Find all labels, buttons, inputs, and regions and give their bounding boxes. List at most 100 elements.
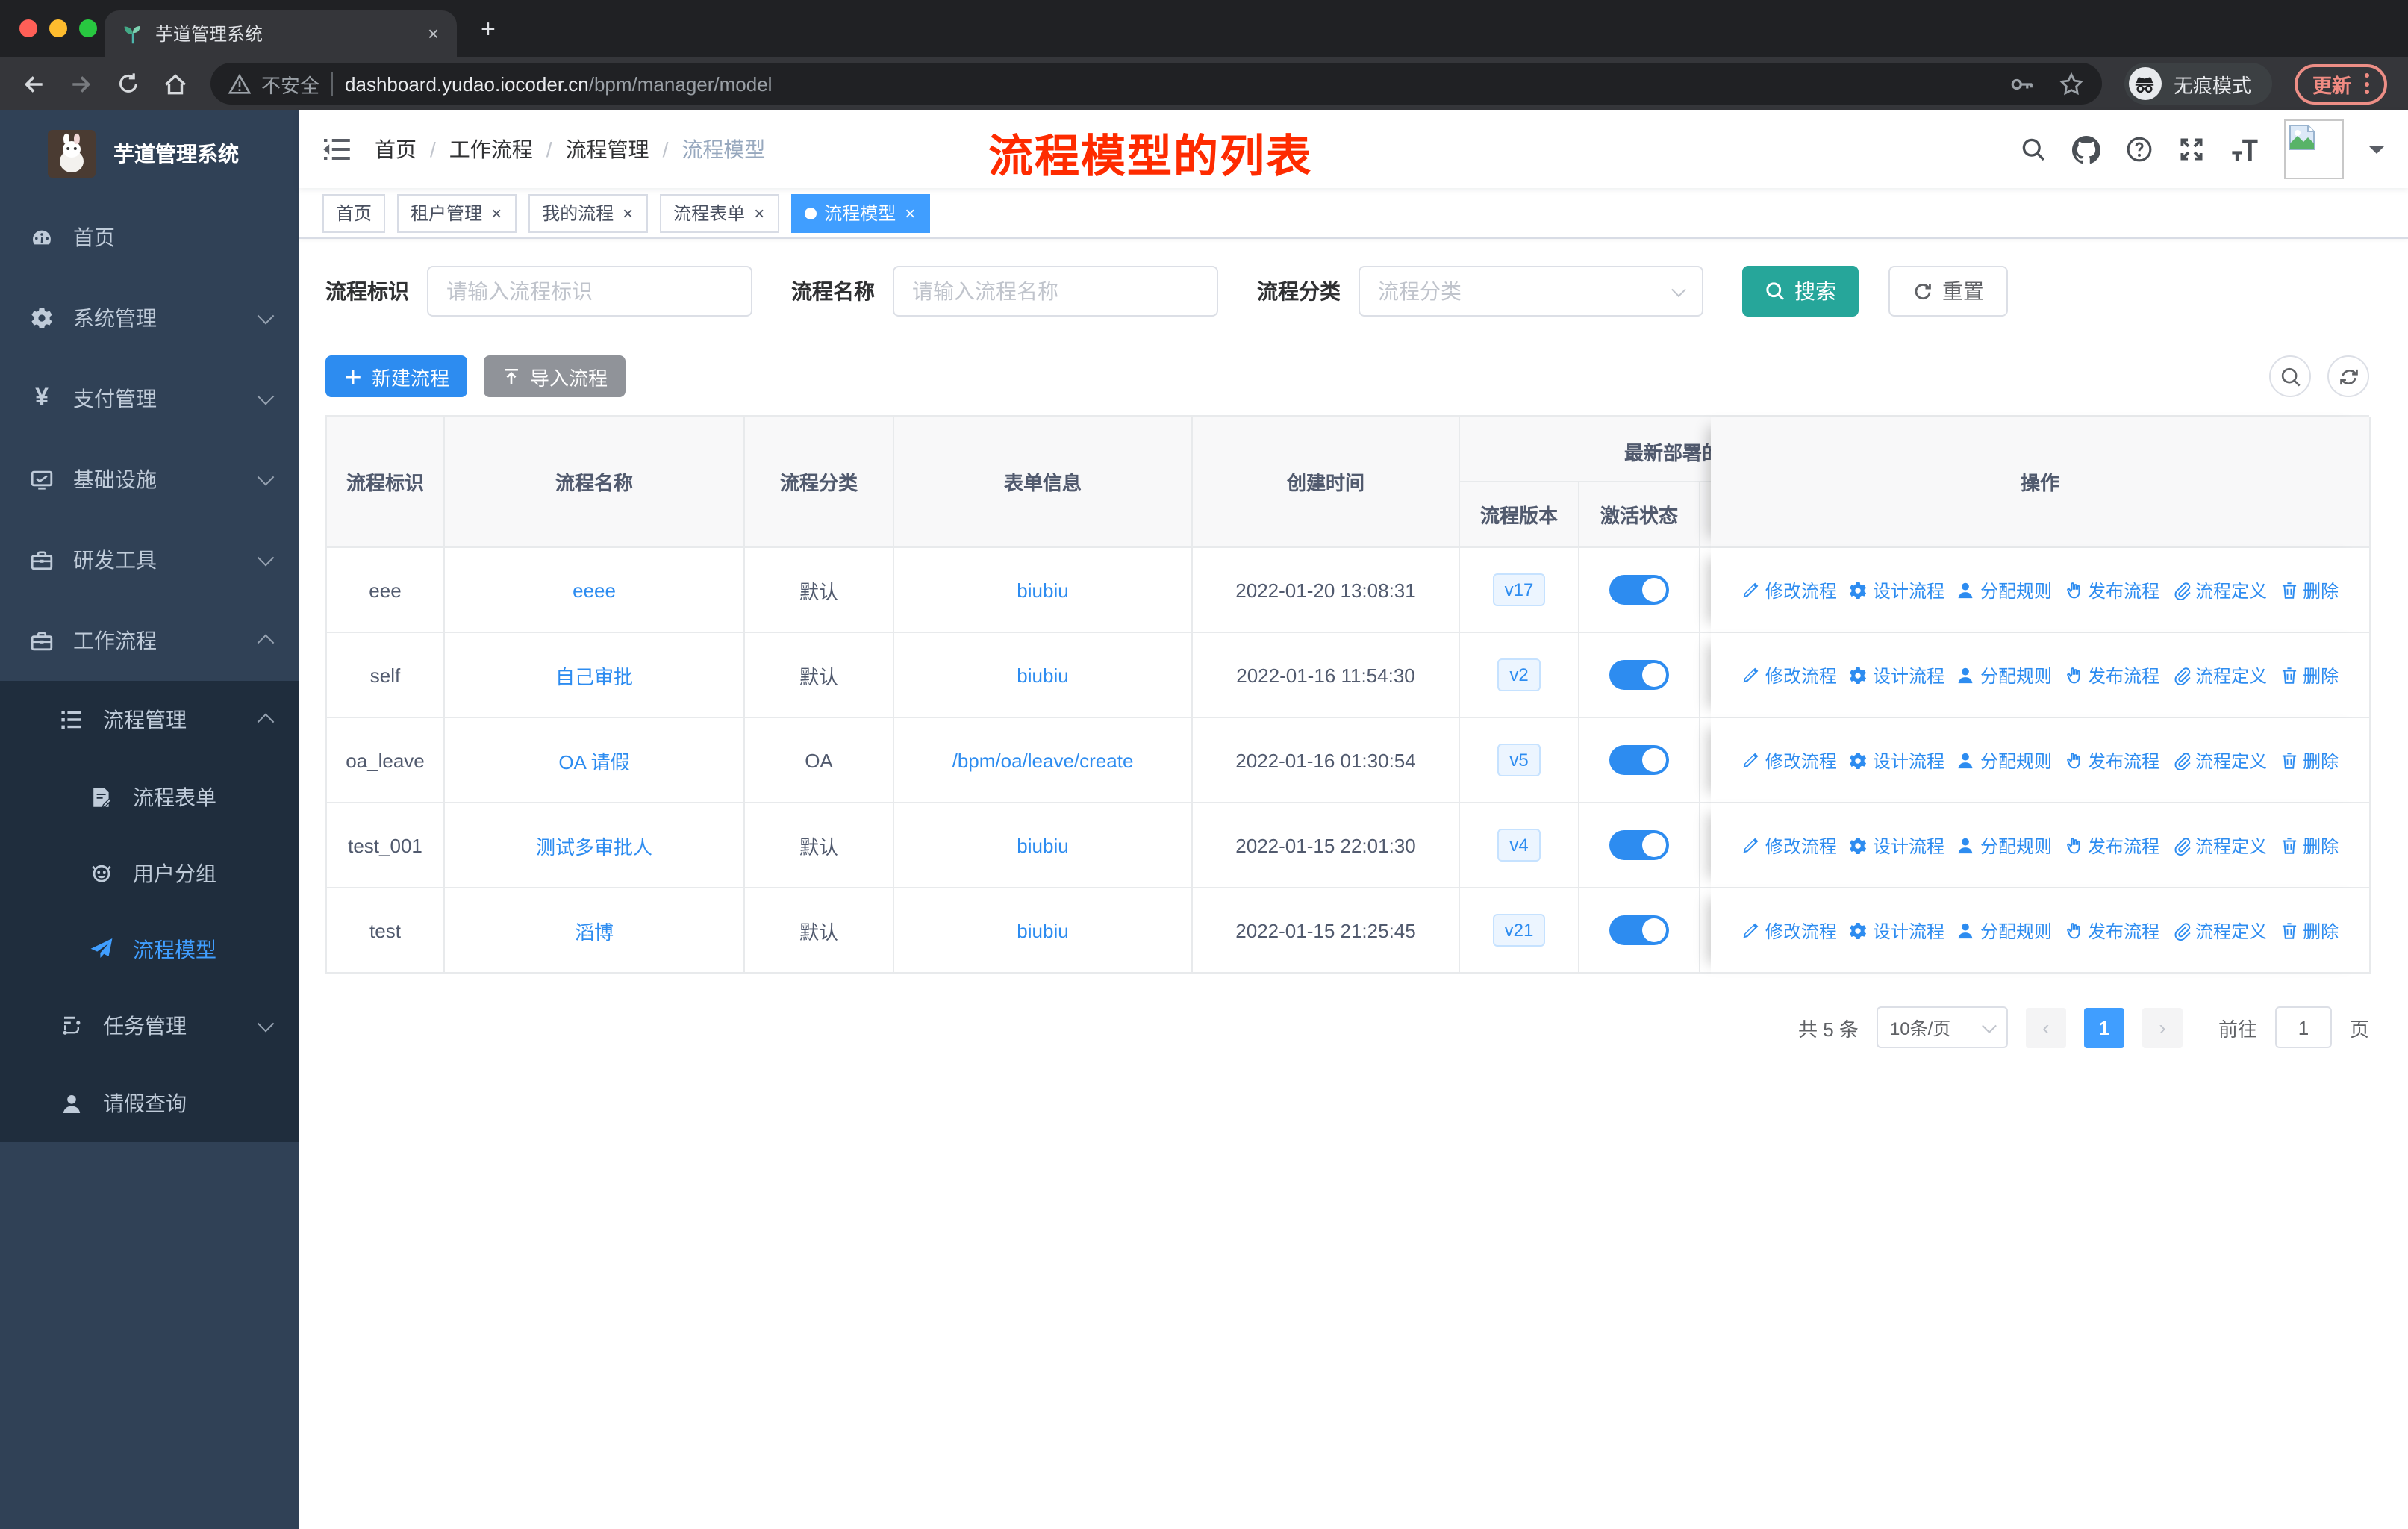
action-发布流程[interactable]: 发布流程 <box>2064 662 2159 688</box>
action-发布流程[interactable]: 发布流程 <box>2064 832 2159 858</box>
action-删除[interactable]: 删除 <box>2279 918 2339 943</box>
tag-close-icon[interactable]: × <box>490 204 503 222</box>
help-icon[interactable] <box>2126 136 2153 163</box>
active-status-toggle[interactable] <box>1609 575 1669 605</box>
tag-我的流程[interactable]: 我的流程 × <box>528 193 649 232</box>
action-修改流程[interactable]: 修改流程 <box>1741 662 1837 688</box>
tag-流程模型[interactable]: 流程模型 × <box>791 193 931 232</box>
sidebar-logo[interactable]: 芋道管理系统 <box>0 116 299 191</box>
process-name-link[interactable]: eeee <box>573 579 616 601</box>
action-设计流程[interactable]: 设计流程 <box>1849 918 1944 943</box>
filter-key-input[interactable] <box>427 266 752 317</box>
page-number-1[interactable]: 1 <box>2083 1007 2124 1047</box>
action-设计流程[interactable]: 设计流程 <box>1849 747 1944 773</box>
active-status-toggle[interactable] <box>1609 745 1669 775</box>
key-icon[interactable] <box>2009 71 2035 96</box>
form-info-link[interactable]: biubiu <box>1017 664 1068 686</box>
active-status-toggle[interactable] <box>1609 660 1669 690</box>
sidebar-item-process-model[interactable]: 流程模型 <box>0 911 299 987</box>
action-发布流程[interactable]: 发布流程 <box>2064 747 2159 773</box>
tag-流程表单[interactable]: 流程表单 × <box>660 193 780 232</box>
process-name-link[interactable]: 测试多审批人 <box>536 831 652 859</box>
action-设计流程[interactable]: 设计流程 <box>1849 832 1944 858</box>
form-info-link[interactable]: biubiu <box>1017 579 1068 601</box>
sidebar-item-process-mgmt[interactable]: 流程管理 <box>0 681 299 759</box>
sidebar-item-user-group[interactable]: 用户分组 <box>0 835 299 911</box>
process-name-link[interactable]: 自己审批 <box>555 661 633 689</box>
sidebar-item-devtools[interactable]: 研发工具 <box>0 520 299 600</box>
action-分配规则[interactable]: 分配规则 <box>1956 832 2052 858</box>
sidebar-item-payment[interactable]: ¥ 支付管理 <box>0 358 299 439</box>
action-分配规则[interactable]: 分配规则 <box>1956 662 2052 688</box>
action-删除[interactable]: 删除 <box>2279 747 2339 773</box>
home-icon[interactable] <box>163 71 188 96</box>
breadcrumb-item[interactable]: 工作流程 <box>449 134 533 164</box>
version-badge[interactable]: v21 <box>1492 914 1546 947</box>
tag-租户管理[interactable]: 租户管理 × <box>397 193 517 232</box>
avatar-caret-down-icon[interactable] <box>2369 146 2384 161</box>
action-修改流程[interactable]: 修改流程 <box>1741 747 1837 773</box>
github-icon[interactable] <box>2072 135 2100 164</box>
minimize-window-button[interactable] <box>49 19 67 37</box>
filter-name-input[interactable] <box>893 266 1218 317</box>
action-分配规则[interactable]: 分配规则 <box>1956 747 2052 773</box>
action-设计流程[interactable]: 设计流程 <box>1849 662 1944 688</box>
sidebar-item-leave-query[interactable]: 请假查询 <box>0 1065 299 1142</box>
sidebar-item-task-mgmt[interactable]: 任务管理 <box>0 987 299 1065</box>
sidebar-item-system[interactable]: 系统管理 <box>0 278 299 358</box>
tag-首页[interactable]: 首页 <box>322 193 386 232</box>
address-bar[interactable]: 不安全 dashboard.yudao.iocoder.cn/bpm/manag… <box>210 63 2102 105</box>
zoom-window-button[interactable] <box>79 19 97 37</box>
fullscreen-icon[interactable] <box>2178 136 2205 163</box>
close-window-button[interactable] <box>19 19 37 37</box>
action-修改流程[interactable]: 修改流程 <box>1741 918 1837 943</box>
sidebar-collapse-hamburger-icon[interactable] <box>322 137 351 161</box>
action-修改流程[interactable]: 修改流程 <box>1741 832 1837 858</box>
sidebar-item-infra[interactable]: 基础设施 <box>0 439 299 520</box>
reload-icon[interactable] <box>116 72 140 96</box>
breadcrumb-item[interactable]: 首页 <box>375 134 417 164</box>
action-修改流程[interactable]: 修改流程 <box>1741 577 1837 602</box>
browser-menu-icon[interactable] <box>2365 73 2369 94</box>
next-page-button[interactable]: › <box>2142 1007 2183 1047</box>
process-name-link[interactable]: 滔博 <box>575 916 614 944</box>
browser-tab[interactable]: 芋道管理系统 × <box>105 10 457 57</box>
action-分配规则[interactable]: 分配规则 <box>1956 918 2052 943</box>
search-icon[interactable] <box>2020 136 2047 163</box>
page-size-select[interactable]: 10条/页 <box>1876 1006 2008 1048</box>
action-删除[interactable]: 删除 <box>2279 577 2339 602</box>
search-button[interactable]: 搜索 <box>1742 266 1859 317</box>
prev-page-button[interactable]: ‹ <box>2025 1007 2066 1047</box>
import-process-button[interactable]: 导入流程 <box>484 355 626 397</box>
new-tab-button[interactable]: + <box>481 15 496 45</box>
action-发布流程[interactable]: 发布流程 <box>2064 577 2159 602</box>
user-avatar[interactable] <box>2284 119 2344 179</box>
version-badge[interactable]: v17 <box>1492 573 1546 606</box>
tab-close-icon[interactable]: × <box>428 22 439 45</box>
action-设计流程[interactable]: 设计流程 <box>1849 577 1944 602</box>
create-process-button[interactable]: 新建流程 <box>325 355 468 397</box>
form-info-link[interactable]: biubiu <box>1017 834 1068 856</box>
action-删除[interactable]: 删除 <box>2279 662 2339 688</box>
tag-close-icon[interactable]: × <box>621 204 634 222</box>
version-badge[interactable]: v5 <box>1497 744 1541 776</box>
sidebar-item-home[interactable]: 首页 <box>0 197 299 278</box>
breadcrumb-item[interactable]: 流程管理 <box>566 134 649 164</box>
goto-page-input[interactable] <box>2274 1006 2332 1048</box>
action-流程定义[interactable]: 流程定义 <box>2171 577 2267 602</box>
active-status-toggle[interactable] <box>1609 830 1669 860</box>
process-name-link[interactable]: OA 请假 <box>558 746 629 774</box>
action-流程定义[interactable]: 流程定义 <box>2171 662 2267 688</box>
tag-close-icon[interactable]: × <box>752 204 766 222</box>
action-流程定义[interactable]: 流程定义 <box>2171 747 2267 773</box>
active-status-toggle[interactable] <box>1609 915 1669 945</box>
action-流程定义[interactable]: 流程定义 <box>2171 832 2267 858</box>
bookmark-star-icon[interactable] <box>2059 71 2084 96</box>
sidebar-item-workflow[interactable]: 工作流程 <box>0 600 299 681</box>
form-info-link[interactable]: biubiu <box>1017 919 1068 941</box>
forward-icon[interactable] <box>69 71 94 96</box>
refresh-table-button[interactable] <box>2327 355 2369 397</box>
back-icon[interactable] <box>21 71 46 96</box>
version-badge[interactable]: v4 <box>1497 829 1541 862</box>
action-流程定义[interactable]: 流程定义 <box>2171 918 2267 943</box>
